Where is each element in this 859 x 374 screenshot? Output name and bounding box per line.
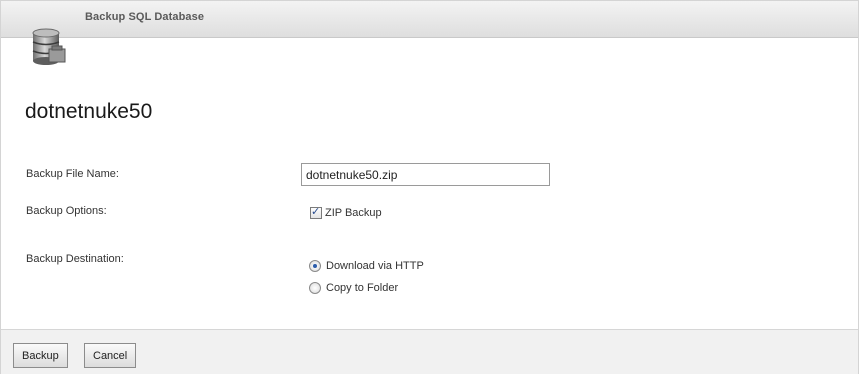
backup-destination-label: Backup Destination:	[26, 253, 124, 265]
backup-button[interactable]: Backup	[13, 343, 68, 368]
backup-file-name-label: Backup File Name:	[26, 168, 119, 180]
dialog-title: Backup SQL Database	[85, 11, 205, 23]
checkmark-icon: ✓	[311, 206, 321, 218]
download-http-radio[interactable]	[309, 260, 321, 272]
copy-folder-radio[interactable]	[309, 282, 321, 294]
cancel-button[interactable]: Cancel	[84, 343, 137, 368]
button-bar: Backup Cancel	[1, 329, 858, 374]
destination-download-http[interactable]: Download via HTTP	[309, 260, 424, 272]
destination-copy-folder[interactable]: Copy to Folder	[309, 282, 398, 294]
zip-backup-checkbox[interactable]: ✓	[310, 206, 322, 219]
download-http-label: Download via HTTP	[326, 260, 424, 272]
zip-backup-label: ZIP Backup	[325, 207, 382, 219]
backup-options-label: Backup Options:	[26, 205, 107, 217]
database-name: dotnetnuke50	[25, 100, 153, 123]
title-bar: Backup SQL Database	[1, 1, 858, 38]
database-icon	[32, 28, 66, 65]
backup-file-name-input[interactable]	[301, 163, 550, 186]
copy-folder-label: Copy to Folder	[326, 282, 399, 294]
backup-dialog: Backup SQL Database dotnetnuke50 Backup …	[0, 0, 859, 374]
zip-backup-option[interactable]: ✓ ZIP Backup	[310, 206, 382, 219]
